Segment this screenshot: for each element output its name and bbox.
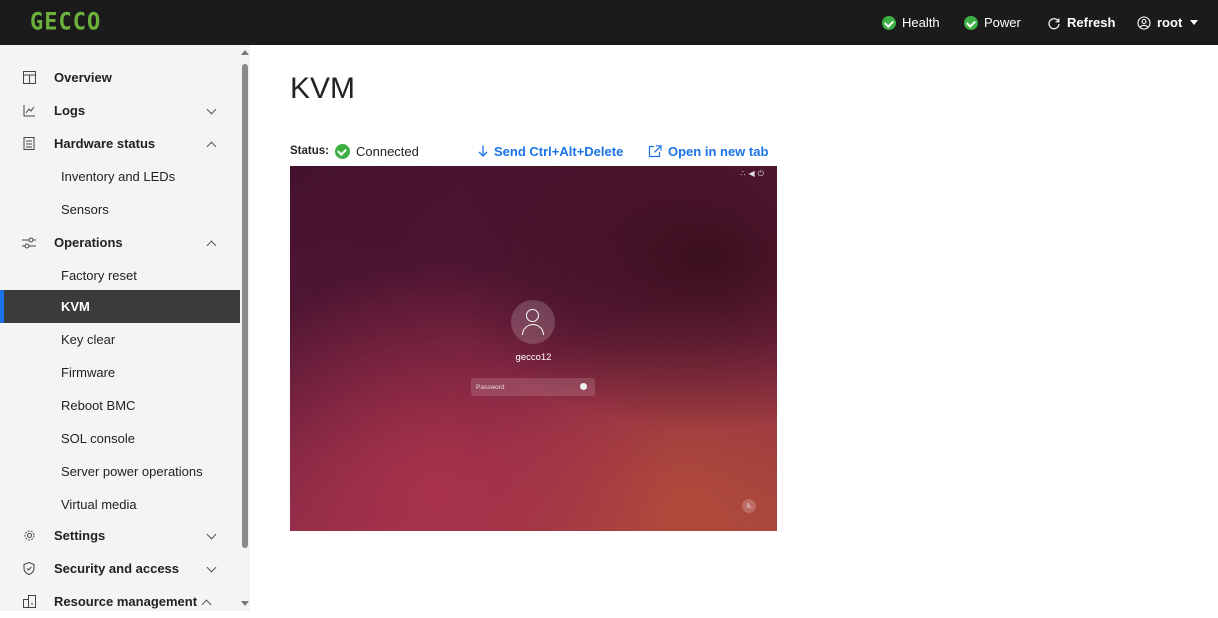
health-ok-icon bbox=[882, 15, 896, 30]
sidebar-item-operations[interactable]: Operations bbox=[0, 226, 240, 259]
health-label: Health bbox=[902, 15, 940, 30]
sidebar-item-label: Security and access bbox=[54, 561, 180, 576]
power-label: Power bbox=[984, 15, 1021, 30]
resource-icon bbox=[22, 595, 36, 609]
sidebar-item-label: Sensors bbox=[61, 202, 109, 217]
connected-check-icon bbox=[334, 143, 350, 159]
sidebar-item-server-power-operations[interactable]: Server power operations bbox=[0, 455, 240, 488]
status-label: Status: bbox=[290, 145, 329, 157]
sidebar-item-resource-management[interactable]: Resource management bbox=[0, 585, 240, 618]
show-password-icon[interactable] bbox=[580, 383, 587, 390]
sidebar-item-label: Operations bbox=[54, 235, 123, 250]
user-avatar-icon bbox=[511, 300, 555, 344]
open-in-new-tab-label: Open in new tab bbox=[668, 143, 769, 159]
logs-icon bbox=[22, 104, 36, 118]
gear-icon bbox=[22, 529, 36, 543]
system-tray-icons: ∴◀⏻ bbox=[740, 169, 767, 179]
password-placeholder: Password bbox=[476, 383, 505, 391]
sidebar-item-reboot-bmc[interactable]: Reboot BMC bbox=[0, 389, 240, 422]
scroll-down-arrow-icon[interactable] bbox=[241, 601, 249, 606]
sidebar-item-label: KVM bbox=[61, 299, 90, 314]
sidebar-item-logs[interactable]: Logs bbox=[0, 94, 240, 127]
gecco-logo[interactable]: GECCO bbox=[30, 9, 101, 37]
sidebar-item-firmware[interactable]: Firmware bbox=[0, 356, 240, 389]
sidebar-item-sensors[interactable]: Sensors bbox=[0, 193, 240, 226]
sidebar-item-label: Overview bbox=[54, 70, 112, 85]
status-value: Connected bbox=[355, 143, 419, 159]
overview-icon bbox=[22, 71, 36, 85]
accessibility-icon[interactable]: ♿ bbox=[742, 499, 756, 513]
sidebar-item-hardware-status[interactable]: Hardware status bbox=[0, 127, 240, 160]
sidebar-item-inventory-and-leds[interactable]: Inventory and LEDs bbox=[0, 160, 240, 193]
open-in-new-tab-link[interactable]: Open in new tab bbox=[648, 142, 768, 160]
sidebar-item-kvm[interactable]: KVM bbox=[0, 290, 240, 323]
sidebar-item-sol-console[interactable]: SOL console bbox=[0, 422, 240, 455]
caret-down-icon bbox=[1190, 20, 1199, 25]
health-status-button[interactable]: Health bbox=[882, 0, 940, 45]
chevron-down-icon bbox=[205, 562, 219, 576]
user-menu-button[interactable]: root bbox=[1137, 0, 1199, 45]
sidebar-item-security-and-access[interactable]: Security and access bbox=[0, 552, 240, 585]
chevron-up-icon bbox=[205, 137, 219, 151]
scroll-up-arrow-icon[interactable] bbox=[241, 50, 249, 55]
sidebar-item-label: SOL console bbox=[61, 431, 135, 446]
top-bar: GECCO Health Power Refresh root bbox=[0, 0, 1218, 45]
power-icon: ⏻ bbox=[757, 169, 767, 178]
operations-icon bbox=[22, 236, 36, 250]
sidebar: Overview Logs Hardware status Inventory … bbox=[0, 45, 250, 611]
sidebar-item-label: Logs bbox=[54, 103, 86, 118]
send-ctrl-alt-delete-label: Send Ctrl+Alt+Delete bbox=[494, 143, 624, 159]
external-link-icon bbox=[648, 144, 662, 157]
sidebar-item-settings[interactable]: Settings bbox=[0, 519, 240, 552]
refresh-button[interactable]: Refresh bbox=[1047, 0, 1115, 45]
sidebar-item-label: Factory reset bbox=[61, 268, 137, 283]
sidebar-item-label: Resource management bbox=[54, 594, 198, 609]
sidebar-item-label: Inventory and LEDs bbox=[61, 169, 176, 184]
sidebar-item-virtual-media[interactable]: Virtual media bbox=[0, 488, 240, 521]
chevron-down-icon bbox=[205, 529, 219, 543]
sidebar-item-label: Reboot BMC bbox=[61, 398, 136, 413]
kvm-password-field[interactable]: Password bbox=[471, 378, 595, 396]
chevron-down-icon bbox=[205, 104, 219, 118]
hardware-icon bbox=[22, 137, 36, 151]
sidebar-item-label: Hardware status bbox=[54, 136, 156, 151]
power-ok-icon bbox=[964, 15, 978, 30]
volume-icon: ◀ bbox=[748, 169, 758, 178]
user-label: root bbox=[1157, 15, 1183, 30]
sidebar-scrollbar-thumb[interactable] bbox=[242, 64, 248, 548]
arrow-down-icon bbox=[478, 145, 488, 157]
refresh-icon bbox=[1048, 17, 1060, 29]
sidebar-item-label: Firmware bbox=[61, 365, 116, 380]
send-ctrl-alt-delete-button[interactable]: Send Ctrl+Alt+Delete bbox=[478, 142, 623, 160]
sidebar-item-key-clear[interactable]: Key clear bbox=[0, 323, 240, 356]
kvm-status: Status: Connected bbox=[290, 142, 419, 160]
page-title: KVM bbox=[290, 72, 356, 105]
sidebar-item-label: Server power operations bbox=[61, 464, 203, 479]
sidebar-item-label: Virtual media bbox=[61, 497, 137, 512]
chevron-up-icon bbox=[205, 236, 219, 250]
kvm-remote-screen[interactable]: ∴◀⏻ gecco12 Password ♿ bbox=[290, 166, 777, 531]
logo-text: GECCO bbox=[30, 8, 102, 37]
power-status-button[interactable]: Power bbox=[964, 0, 1021, 45]
kvm-username: gecco12 bbox=[515, 352, 552, 363]
chevron-up-icon bbox=[200, 595, 214, 609]
shield-icon bbox=[22, 562, 36, 576]
user-circle-icon bbox=[1137, 15, 1151, 30]
sidebar-item-overview[interactable]: Overview bbox=[0, 61, 240, 94]
network-icon: ∴ bbox=[740, 169, 749, 178]
sidebar-item-label: Key clear bbox=[61, 332, 116, 347]
refresh-label: Refresh bbox=[1067, 15, 1116, 30]
sidebar-item-label: Settings bbox=[54, 528, 106, 543]
sidebar-item-factory-reset[interactable]: Factory reset bbox=[0, 259, 240, 292]
